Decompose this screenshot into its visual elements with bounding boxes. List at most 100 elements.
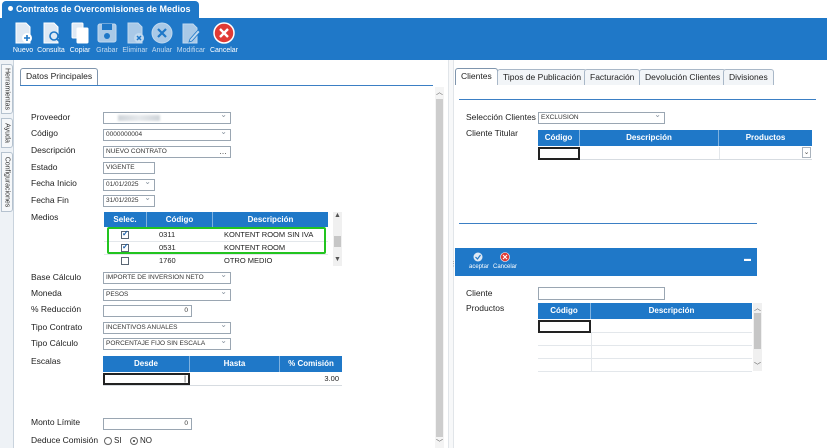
modificar-button[interactable]: Modificar <box>176 21 206 59</box>
accept-icon <box>473 252 483 262</box>
col-descripcion[interactable]: Descripción <box>580 130 719 146</box>
reduccion-input[interactable]: 0 <box>103 305 192 317</box>
table-row[interactable]: | 3.00 <box>103 373 342 386</box>
deduce-comision-label: Deduce Comisión <box>31 435 99 445</box>
moneda-label: Moneda <box>31 288 62 298</box>
table-row[interactable]: 1760 OTRO MEDIO <box>104 255 328 268</box>
scroll-up-icon[interactable]: ▲ <box>334 212 341 219</box>
deduce-si-radio[interactable] <box>104 437 112 445</box>
tab-tipos-publicacion[interactable]: Tipos de Publicación <box>497 69 588 85</box>
tab-clientes[interactable]: Clientes <box>455 68 498 85</box>
deduce-no-radio[interactable] <box>130 437 138 445</box>
tipo-calculo-label: Tipo Cálculo <box>31 338 78 348</box>
delete-document-icon <box>127 22 144 44</box>
desde-cell-editor[interactable]: | <box>103 373 190 385</box>
cancelar-button[interactable]: Cancelar <box>209 21 239 59</box>
tab-datos-principales[interactable]: Datos Principales <box>20 68 99 85</box>
col-hasta[interactable]: Hasta <box>190 356 280 372</box>
col-desde[interactable]: Desde <box>103 356 190 372</box>
scroll-thumb[interactable] <box>334 236 341 247</box>
row-checkbox[interactable] <box>121 257 129 265</box>
fecha-fin-picker[interactable]: 31/01/2025 <box>103 195 155 207</box>
minimize-icon[interactable]: ▬ <box>744 256 751 263</box>
reduccion-label: % Reducción <box>31 304 82 314</box>
clientes-mini-toolbar: aceptar Cancelar ▬ <box>455 248 757 276</box>
col-productos[interactable]: Productos <box>719 130 812 146</box>
table-row[interactable] <box>538 346 752 359</box>
codigo-cell-editor[interactable] <box>538 147 580 160</box>
scroll-up-icon[interactable]: ︿ <box>436 87 443 97</box>
col-codigo[interactable]: Código <box>538 303 591 319</box>
left-panel-divider <box>20 85 433 86</box>
proveedor-select[interactable] <box>103 112 231 124</box>
medios-scrollbar[interactable]: ▲ ▼ <box>333 212 342 266</box>
fecha-fin-label: Fecha Fin <box>31 195 69 205</box>
scroll-up-icon[interactable]: ︿ <box>754 303 761 313</box>
productos-scrollbar[interactable]: ︿ ﹀ <box>753 303 762 371</box>
moneda-select[interactable]: PESOS <box>103 289 231 301</box>
sidebar-tab-herramientas[interactable]: Herramientas <box>1 64 13 114</box>
col-selec[interactable]: Selec. <box>104 212 147 227</box>
deduce-no-label: NO <box>140 436 152 445</box>
productos-cell[interactable] <box>719 147 812 159</box>
comision-cell[interactable]: 3.00 <box>280 373 339 385</box>
scroll-thumb[interactable] <box>436 99 443 437</box>
table-row[interactable]: ⌄ <box>538 147 812 160</box>
col-comision[interactable]: % Comisión <box>280 356 342 372</box>
scroll-down-icon[interactable]: ﹀ <box>436 438 443 448</box>
table-row[interactable] <box>538 333 752 346</box>
panel-splitter[interactable]: ⋮ <box>448 60 457 448</box>
productos-dropdown-icon[interactable]: ⌄ <box>802 147 811 158</box>
estado-label: Estado <box>31 162 58 172</box>
selection-highlight <box>107 227 326 254</box>
seleccion-clientes-select[interactable]: EXCLUSION <box>538 112 665 124</box>
tipo-contrato-label: Tipo Contrato <box>31 322 83 332</box>
table-row[interactable] <box>538 359 752 372</box>
new-document-icon <box>15 22 32 44</box>
base-calculo-select[interactable]: IMPORTE DE INVERSION NETO <box>103 272 231 284</box>
monto-limite-input[interactable]: 0 <box>103 418 192 430</box>
tab-facturacion[interactable]: Facturación <box>584 69 641 85</box>
row-codigo: 1760 <box>159 256 176 265</box>
fecha-inicio-picker[interactable]: 01/01/2025 <box>103 179 155 191</box>
scroll-thumb[interactable] <box>754 313 761 349</box>
codigo-select[interactable]: 0000000004 <box>103 129 231 141</box>
fecha-inicio-label: Fecha Inicio <box>31 178 77 188</box>
col-codigo[interactable]: Código <box>538 130 580 146</box>
table-row[interactable] <box>538 320 752 333</box>
col-codigo[interactable]: Código <box>147 212 213 227</box>
search-document-icon <box>43 22 61 44</box>
cancelar-mini-button[interactable]: Cancelar <box>493 252 517 270</box>
left-panel-scrollbar[interactable]: ︿ ﹀ <box>435 87 444 448</box>
window-tab[interactable]: Contratos de Overcomisiones de Medios <box>2 1 199 18</box>
tipo-calculo-select[interactable]: PORCENTAJE FIJO SIN ESCALA <box>103 338 231 350</box>
window-title: Contratos de Overcomisiones de Medios <box>16 4 191 14</box>
deduce-si-label: SI <box>114 436 122 445</box>
cliente-input[interactable] <box>538 287 665 300</box>
hasta-cell[interactable] <box>190 373 280 385</box>
medios-label: Medios <box>31 212 59 222</box>
descripcion-input[interactable]: NUEVO CONTRATO… <box>103 146 231 158</box>
escalas-label: Escalas <box>31 356 61 366</box>
base-calculo-label: Base Cálculo <box>31 272 82 282</box>
codigo-label: Código <box>31 128 58 138</box>
col-descripcion[interactable]: Descripción <box>591 303 752 319</box>
cancel-x-icon <box>151 22 173 44</box>
ellipsis-icon[interactable]: … <box>219 147 227 157</box>
scroll-down-icon[interactable]: ﹀ <box>754 361 761 371</box>
sidebar-tab-configuraciones[interactable]: Configuraciones <box>1 152 13 212</box>
side-strip: Herramientas Ayuda Configuraciones <box>0 60 14 448</box>
tab-divisiones[interactable]: Divisiones <box>723 69 774 85</box>
copy-icon <box>71 22 89 44</box>
save-icon <box>97 23 117 43</box>
tipo-contrato-select[interactable]: INCENTIVOS ANUALES <box>103 322 231 334</box>
scroll-down-icon[interactable]: ▼ <box>334 256 341 263</box>
cancelar-label: Cancelar <box>209 47 238 54</box>
col-descripcion[interactable]: Descripción <box>213 212 328 227</box>
red-cancel-icon <box>500 252 510 262</box>
tab-devolucion-clientes[interactable]: Devolución Clientes <box>639 69 727 85</box>
aceptar-button[interactable]: aceptar <box>469 252 489 270</box>
codigo-cell-editor[interactable] <box>538 320 591 333</box>
sidebar-tab-ayuda[interactable]: Ayuda <box>1 118 13 148</box>
row-descripcion: OTRO MEDIO <box>224 256 273 265</box>
